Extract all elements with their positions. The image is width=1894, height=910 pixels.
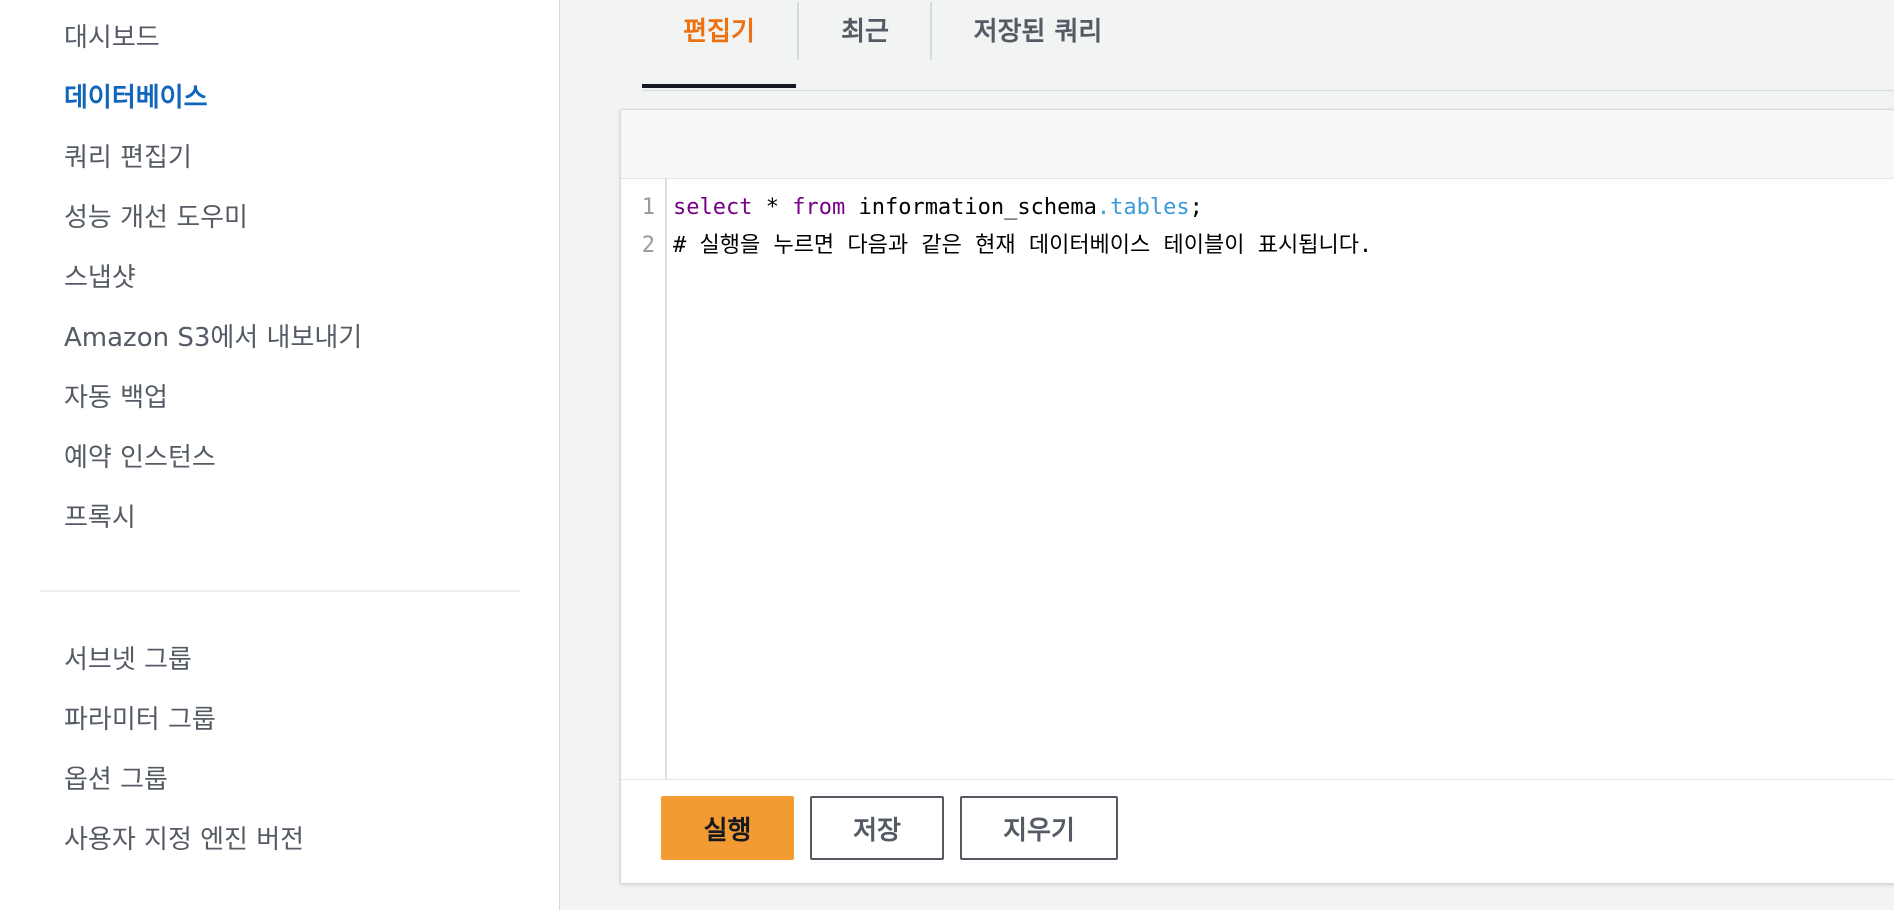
sidebar-item-proxies[interactable]: 프록시	[64, 501, 136, 535]
sidebar-item-parameter-groups[interactable]: 파라미터 그룹	[64, 703, 216, 737]
tab-separator	[797, 2, 799, 60]
code-schema: information_schema	[845, 195, 1097, 220]
code-semicolon: ;	[1189, 195, 1203, 220]
sidebar-item-subnet-groups[interactable]: 서브넷 그룹	[64, 643, 192, 677]
save-button[interactable]: 저장	[810, 796, 944, 860]
sql-editor[interactable]: 1 2 select * from information_schema.tab…	[621, 179, 1894, 780]
sidebar-item-performance-insights[interactable]: 성능 개선 도우미	[64, 201, 248, 235]
code-line-1[interactable]: select * from information_schema.tables;	[673, 189, 1203, 227]
sidebar: 대시보드 데이터베이스 쿼리 편집기 성능 개선 도우미 스냅샷 Amazon …	[0, 0, 560, 910]
app-root: 대시보드 데이터베이스 쿼리 편집기 성능 개선 도우미 스냅샷 Amazon …	[0, 0, 1894, 910]
editor-actions: 실행 저장 지우기	[621, 778, 1894, 883]
code-star: *	[752, 195, 793, 220]
tab-separator	[930, 2, 932, 60]
keyword-from: from	[792, 195, 846, 220]
sidebar-item-query-editor[interactable]: 쿼리 편집기	[64, 141, 192, 175]
clear-button[interactable]: 지우기	[960, 796, 1118, 860]
keyword-select: select	[673, 195, 753, 220]
line-number-gutter: 1 2	[621, 179, 667, 779]
tab-editor[interactable]: 편집기	[642, 0, 796, 88]
sidebar-item-dashboard[interactable]: 대시보드	[64, 21, 160, 55]
sidebar-item-reserved-instances[interactable]: 예약 인스턴스	[64, 441, 216, 475]
sidebar-divider	[40, 590, 520, 592]
code-line-2[interactable]: # 실행을 누르면 다음과 같은 현재 데이터베이스 테이블이 표시됩니다.	[673, 227, 1372, 265]
line-number: 2	[641, 233, 655, 258]
sidebar-item-databases[interactable]: 데이터베이스	[64, 81, 208, 115]
sidebar-item-custom-engine-versions[interactable]: 사용자 지정 엔진 버전	[64, 823, 304, 857]
editor-tabs: 편집기 최근 저장된 쿼리	[642, 0, 1894, 91]
sidebar-item-option-groups[interactable]: 옵션 그룹	[64, 763, 168, 797]
sidebar-item-snapshots[interactable]: 스냅샷	[64, 261, 136, 295]
tab-recent[interactable]: 최근	[800, 0, 930, 88]
main-content: 편집기 최근 저장된 쿼리 1 2 select * from informat…	[560, 0, 1894, 910]
sidebar-item-automated-backups[interactable]: 자동 백업	[64, 381, 168, 415]
sidebar-item-exports-s3[interactable]: Amazon S3에서 내보내기	[64, 321, 362, 355]
run-button[interactable]: 실행	[661, 796, 794, 860]
line-number: 1	[641, 195, 655, 220]
tab-saved-queries[interactable]: 저장된 쿼리	[933, 0, 1143, 88]
code-property-tables: .tables	[1096, 195, 1190, 220]
query-editor-panel: 1 2 select * from information_schema.tab…	[620, 109, 1894, 884]
editor-toolbar	[621, 110, 1894, 179]
